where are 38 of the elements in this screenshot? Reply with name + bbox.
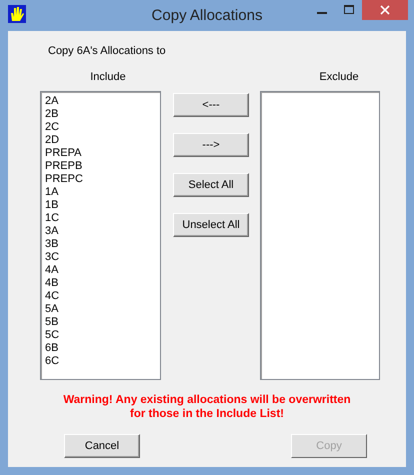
- dialog-button[interactable]: Cancel: [64, 434, 140, 458]
- action-button[interactable]: Unselect All: [173, 213, 249, 237]
- list-item[interactable]: PREPB: [45, 160, 82, 172]
- list-item[interactable]: 3B: [45, 238, 58, 250]
- list-item[interactable]: PREPC: [45, 173, 83, 185]
- list-item[interactable]: 2B: [45, 108, 58, 120]
- exclude-label: Exclude: [319, 70, 359, 82]
- include-label: Include: [90, 70, 126, 82]
- action-button[interactable]: --->: [173, 133, 249, 157]
- close-icon: [380, 5, 390, 15]
- list-item[interactable]: 2A: [45, 95, 58, 107]
- list-item[interactable]: 5A: [45, 303, 58, 315]
- list-item[interactable]: 3C: [45, 251, 60, 263]
- list-item[interactable]: 1B: [45, 199, 58, 211]
- list-item[interactable]: 2D: [45, 134, 60, 146]
- minimize-icon: [316, 12, 326, 14]
- list-item[interactable]: 1C: [45, 212, 60, 224]
- exclude-list[interactable]: [260, 91, 380, 380]
- action-button[interactable]: Select All: [173, 173, 249, 197]
- window-title: Copy Allocations: [152, 7, 262, 24]
- list-item[interactable]: 6B: [45, 342, 58, 354]
- list-item[interactable]: 3A: [45, 225, 58, 237]
- maximize-icon: [344, 5, 354, 15]
- list-item[interactable]: 5B: [45, 316, 58, 328]
- warning-text: Warning! Any existing allocations will be overwritten for those in the Include List!: [62, 393, 352, 421]
- list-item[interactable]: 4A: [45, 264, 58, 276]
- list-item[interactable]: 4B: [45, 277, 58, 289]
- include-list[interactable]: 2A 2B 2C 2D PREPA PREPB PREPC 1A 1B 1C 3A 3B 3C 4A 4B 4C 5A 5B 5C 6B 6C: [40, 91, 161, 380]
- heading-text: Copy 6A's Allocations to: [48, 44, 166, 59]
- list-item[interactable]: 6C: [45, 355, 60, 367]
- list-item[interactable]: 5C: [45, 329, 60, 341]
- list-item[interactable]: 2C: [45, 121, 60, 133]
- hand-icon: [8, 5, 26, 23]
- list-item[interactable]: PREPA: [45, 147, 82, 159]
- action-button[interactable]: <---: [173, 93, 249, 117]
- list-item[interactable]: 1A: [45, 186, 58, 198]
- list-item[interactable]: 4C: [45, 290, 60, 302]
- close-button[interactable]: [362, 0, 408, 20]
